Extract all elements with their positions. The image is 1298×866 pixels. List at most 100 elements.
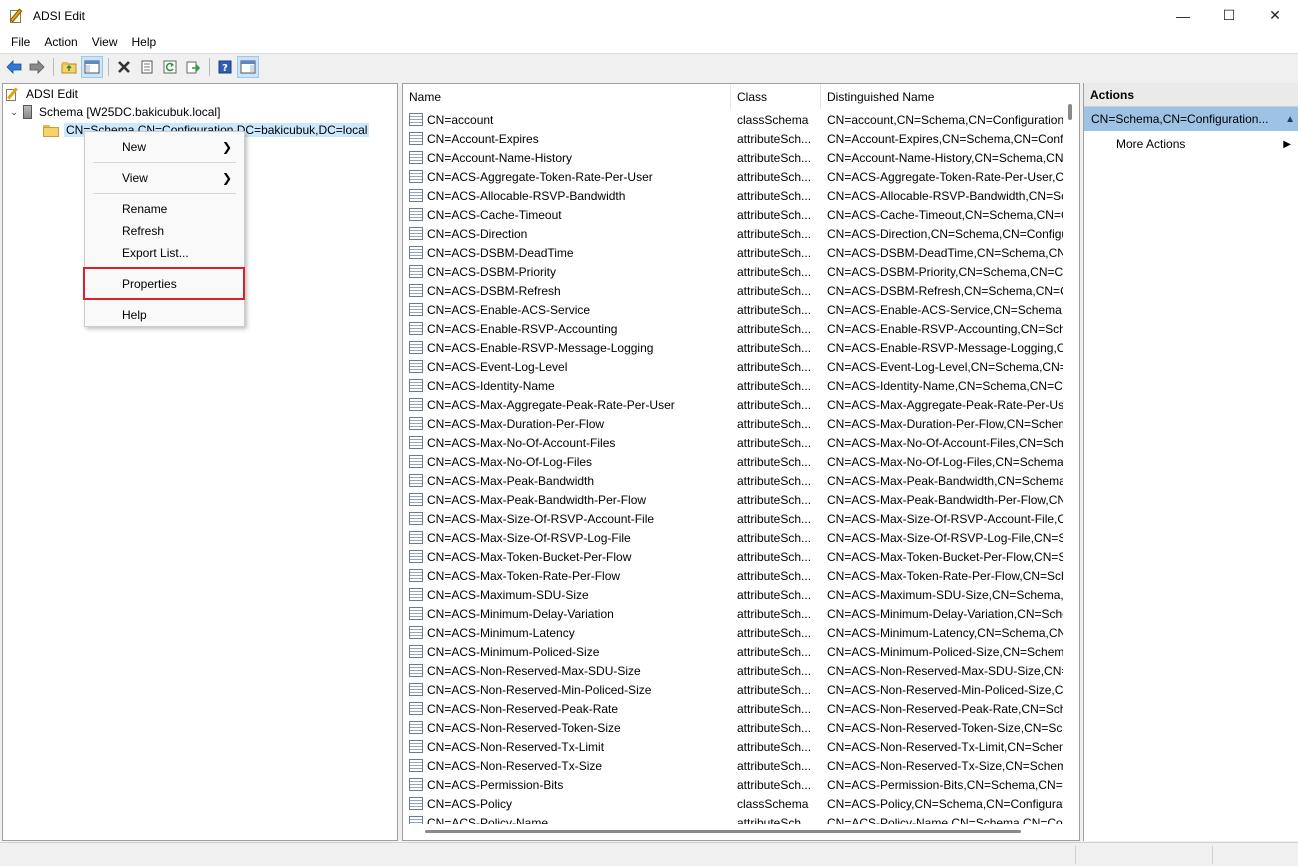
cell-class: attributeSch...: [737, 473, 812, 488]
horizontal-scrollbar[interactable]: [403, 824, 1065, 840]
context-menu-refresh[interactable]: Refresh: [85, 220, 244, 242]
table-row[interactable]: CN=account classSchema CN=account,CN=Schem…: [403, 110, 1065, 129]
cell-class: attributeSch...: [737, 169, 812, 184]
menu-file[interactable]: File: [4, 35, 37, 49]
schema-object-icon: [409, 360, 423, 373]
adsi-edit-app-icon: [9, 7, 25, 24]
table-row[interactable]: CN=ACS-Non-Reserved-Max-SDU-Size attribut…: [403, 661, 1065, 680]
table-row[interactable]: CN=ACS-Minimum-Latency attributeSch... CN=…: [403, 623, 1065, 642]
menu-help[interactable]: Help: [125, 35, 164, 49]
table-row[interactable]: CN=ACS-Non-Reserved-Token-Size attributeS…: [403, 718, 1065, 737]
up-folder-icon[interactable]: [58, 56, 80, 78]
table-row[interactable]: CN=ACS-Enable-RSVP-Accounting attributeSc…: [403, 319, 1065, 338]
table-row[interactable]: CN=ACS-Max-Size-Of-RSVP-Log-File attribut…: [403, 528, 1065, 547]
cell-class: classSchema: [737, 112, 809, 127]
table-row[interactable]: CN=ACS-Non-Reserved-Tx-Size attributeSch.…: [403, 756, 1065, 775]
column-header-name[interactable]: Name: [403, 84, 731, 109]
table-row[interactable]: CN=ACS-Max-Size-Of-RSVP-Account-File attr…: [403, 509, 1065, 528]
cell-class: attributeSch...: [737, 435, 812, 450]
table-row[interactable]: CN=ACS-Max-Token-Bucket-Per-Flow attribut…: [403, 547, 1065, 566]
context-menu-new[interactable]: New ❯: [85, 136, 244, 158]
table-row[interactable]: CN=ACS-Enable-RSVP-Message-Logging attrib…: [403, 338, 1065, 357]
table-row[interactable]: CN=ACS-Minimum-Policed-Size attributeSch.…: [403, 642, 1065, 661]
cell-name: CN=ACS-Non-Reserved-Max-SDU-Size: [403, 664, 731, 678]
close-button[interactable]: ✕: [1252, 0, 1298, 31]
table-row[interactable]: CN=ACS-Non-Reserved-Tx-Limit attributeSch…: [403, 737, 1065, 756]
toolbar-separator: [209, 58, 210, 76]
scrollbar-thumb[interactable]: [425, 830, 1021, 833]
maximize-button[interactable]: ☐: [1206, 0, 1252, 31]
tree-node-schema[interactable]: ⌄ Schema [W25DC.bakicubuk.local]: [9, 103, 220, 121]
schema-object-icon: [409, 531, 423, 544]
table-row[interactable]: CN=ACS-Max-Duration-Per-Flow attributeSch…: [403, 414, 1065, 433]
collapse-chevron-icon[interactable]: ⌄: [9, 107, 19, 117]
table-row[interactable]: CN=ACS-Direction attributeSch... CN=ACS-Di…: [403, 224, 1065, 243]
table-row[interactable]: CN=Account-Name-History attributeSch... CN…: [403, 148, 1065, 167]
table-row[interactable]: CN=ACS-Max-Token-Rate-Per-Flow attributeS…: [403, 566, 1065, 585]
minimize-button[interactable]: —: [1160, 0, 1206, 31]
table-row[interactable]: CN=ACS-Minimum-Delay-Variation attributeS…: [403, 604, 1065, 623]
cell-name: CN=ACS-Maximum-SDU-Size: [403, 588, 731, 602]
forward-icon[interactable]: [26, 56, 48, 78]
table-row[interactable]: CN=ACS-Max-No-Of-Account-Files attributeS…: [403, 433, 1065, 452]
context-menu-export-list[interactable]: Export List...: [85, 242, 244, 264]
export-icon[interactable]: [182, 56, 204, 78]
table-row[interactable]: CN=ACS-Enable-ACS-Service attributeSch...…: [403, 300, 1065, 319]
table-row[interactable]: CN=ACS-Max-Aggregate-Peak-Rate-Per-User a…: [403, 395, 1065, 414]
more-actions-item[interactable]: More Actions ▶: [1084, 133, 1298, 155]
cell-name: CN=ACS-DSBM-Refresh: [403, 284, 731, 298]
context-menu-help[interactable]: Help: [85, 304, 244, 326]
column-header-class[interactable]: Class: [731, 84, 821, 109]
actions-header: Actions: [1084, 83, 1298, 107]
collapse-up-icon[interactable]: ▲: [1285, 114, 1295, 125]
table-row[interactable]: CN=ACS-DSBM-Priority attributeSch... CN=AC…: [403, 262, 1065, 281]
table-row[interactable]: CN=ACS-Maximum-SDU-Size attributeSch... CN…: [403, 585, 1065, 604]
table-row[interactable]: CN=ACS-Event-Log-Level attributeSch... CN=…: [403, 357, 1065, 376]
actions-selected-object[interactable]: CN=Schema,CN=Configuration... ▲: [1084, 107, 1298, 131]
menu-view[interactable]: View: [85, 35, 125, 49]
column-header-distinguished-name[interactable]: Distinguished Name: [821, 84, 1065, 109]
menu-separator: [93, 193, 236, 194]
table-row[interactable]: CN=ACS-DSBM-DeadTime attributeSch... CN=AC…: [403, 243, 1065, 262]
cell-name: CN=ACS-Max-Token-Rate-Per-Flow: [403, 569, 731, 583]
table-row[interactable]: CN=ACS-Identity-Name attributeSch... CN=AC…: [403, 376, 1065, 395]
table-row[interactable]: CN=ACS-Policy classSchema CN=ACS-Policy,CN…: [403, 794, 1065, 813]
cell-distinguished-name: CN=ACS-Enable-RSVP-Accounting,CN=Schema,…: [827, 321, 1065, 336]
cell-class: attributeSch...: [737, 568, 812, 583]
cell-name-text: CN=ACS-Enable-ACS-Service: [427, 302, 591, 317]
table-row[interactable]: CN=ACS-Cache-Timeout attributeSch... CN=AC…: [403, 205, 1065, 224]
properties-icon[interactable]: [136, 56, 158, 78]
table-row[interactable]: CN=ACS-Allocable-RSVP-Bandwidth attribute…: [403, 186, 1065, 205]
cell-distinguished-name: CN=ACS-DSBM-Priority,CN=Schema,CN=Config…: [827, 264, 1065, 279]
table-row[interactable]: CN=ACS-Permission-Bits attributeSch... CN=…: [403, 775, 1065, 794]
delete-icon[interactable]: [113, 56, 135, 78]
scrollbar-thumb[interactable]: [1068, 104, 1072, 120]
cell-name: CN=ACS-Max-Aggregate-Peak-Rate-Per-User: [403, 398, 731, 412]
schema-object-icon: [409, 797, 423, 810]
table-row[interactable]: CN=ACS-Max-Peak-Bandwidth attributeSch...…: [403, 471, 1065, 490]
back-icon[interactable]: [3, 56, 25, 78]
show-hide-tree-icon[interactable]: [81, 56, 103, 78]
tree-node-adsi-edit[interactable]: ADSI Edit: [6, 85, 78, 103]
table-row[interactable]: CN=ACS-Non-Reserved-Peak-Rate attributeSc…: [403, 699, 1065, 718]
cell-distinguished-name: CN=ACS-Non-Reserved-Min-Policed-Size,CN=…: [827, 682, 1065, 697]
cell-name: CN=ACS-Allocable-RSVP-Bandwidth: [403, 189, 731, 203]
table-row[interactable]: CN=ACS-Policy-Name attributeSch... CN=ACS-…: [403, 813, 1065, 824]
table-row[interactable]: CN=ACS-DSBM-Refresh attributeSch... CN=ACS…: [403, 281, 1065, 300]
schema-object-icon: [409, 740, 423, 753]
refresh-icon[interactable]: [159, 56, 181, 78]
context-menu-view[interactable]: View ❯: [85, 167, 244, 189]
show-hide-action-pane-icon[interactable]: [237, 56, 259, 78]
context-menu-rename[interactable]: Rename: [85, 198, 244, 220]
table-row[interactable]: CN=ACS-Max-Peak-Bandwidth-Per-Flow attrib…: [403, 490, 1065, 509]
table-row[interactable]: CN=Account-Expires attributeSch... CN=Acco…: [403, 129, 1065, 148]
table-row[interactable]: CN=ACS-Aggregate-Token-Rate-Per-User attr…: [403, 167, 1065, 186]
cell-distinguished-name: CN=ACS-Non-Reserved-Token-Size,CN=Schema…: [827, 720, 1065, 735]
help-icon[interactable]: ?: [214, 56, 236, 78]
table-row[interactable]: CN=ACS-Max-No-Of-Log-Files attributeSch..…: [403, 452, 1065, 471]
chevron-right-icon: ❯: [221, 171, 232, 185]
cell-distinguished-name: CN=ACS-Cache-Timeout,CN=Schema,CN=Config…: [827, 207, 1065, 222]
menu-action[interactable]: Action: [37, 35, 84, 49]
table-row[interactable]: CN=ACS-Non-Reserved-Min-Policed-Size attr…: [403, 680, 1065, 699]
vertical-scrollbar[interactable]: [1063, 84, 1079, 824]
